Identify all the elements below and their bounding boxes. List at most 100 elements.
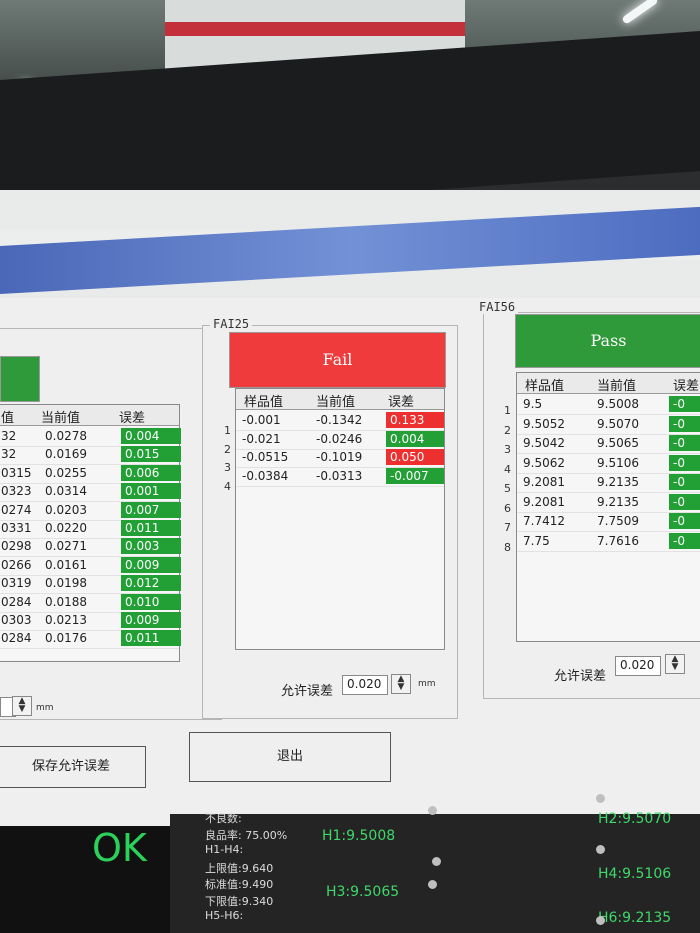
table-row[interactable]: 0274 0.0203 0.007 — [0, 501, 181, 521]
cell-current: 9.5106 — [597, 455, 639, 470]
cell-sample: 0303 — [1, 613, 32, 627]
col-header-sample: 样品值 — [525, 379, 565, 394]
col-header-error: 误差 — [388, 395, 415, 410]
cell-error: 0.007 — [121, 501, 181, 518]
cell-error: 0.004 — [386, 430, 444, 447]
fai56-tolerance-spinner[interactable]: ▲ ▼ — [665, 654, 685, 674]
table-row[interactable]: 9.5 9.5008 -0 — [517, 395, 700, 415]
cell-current: 9.5070 — [597, 416, 639, 431]
cell-current: 0.0203 — [45, 502, 87, 517]
cell-error: 0.011 — [121, 520, 181, 536]
table-row[interactable]: 0284 0.0188 0.010 — [0, 593, 181, 613]
cell-error: -0 — [669, 532, 700, 549]
col-header-current: 当前值 — [597, 379, 637, 394]
table-row[interactable]: -0.0515 -0.1019 0.050 — [236, 448, 444, 468]
fai56-measurement-grid: 样品值 当前值 误差 9.5 9.5008 -0 9.5052 9.5070 -0 9.50… — [516, 372, 700, 642]
reading-h2: H2:9.5070 — [598, 811, 672, 827]
cell-current: 0.0188 — [45, 594, 87, 609]
probe-marker — [596, 916, 605, 925]
cell-current: 0.0176 — [45, 631, 87, 646]
cell-current: 0.0314 — [45, 484, 87, 499]
cell-error: -0.007 — [386, 467, 444, 484]
stats-text: 不良数: — [205, 812, 242, 825]
cell-current: 7.7616 — [597, 533, 639, 548]
col-header-current: 当前值 — [41, 411, 81, 426]
cell-error: 0.015 — [121, 446, 181, 463]
table-row[interactable]: 0315 0.0255 0.006 — [0, 464, 181, 484]
cell-error: 0.011 — [121, 630, 181, 647]
cell-sample: 9.5062 — [523, 455, 565, 470]
table-row[interactable]: 9.5042 9.5065 -0 — [517, 434, 700, 454]
cell-sample: -0.021 — [242, 431, 281, 446]
reading-h6: H6:9.2135 — [598, 910, 672, 926]
row-number: 1 — [224, 424, 231, 437]
fai56-tolerance-input[interactable]: 0.020 — [615, 656, 661, 676]
cell-error: 0.010 — [121, 593, 181, 610]
cell-sample: 0319 — [1, 576, 32, 591]
table-row[interactable]: 0298 0.0271 0.003 — [0, 537, 181, 558]
cell-error: 0.006 — [121, 464, 181, 481]
fai56-tolerance-label: 允许误差 — [554, 669, 607, 684]
cell-error: 0.133 — [386, 412, 444, 428]
save-tolerance-button[interactable]: 保存允许误差 — [0, 746, 146, 788]
row-number: 8 — [504, 540, 511, 554]
fai25-status-fail: Fail — [229, 332, 446, 388]
table-row[interactable]: 9.5062 9.5106 -0 — [517, 454, 700, 474]
cell-current: 7.7509 — [597, 514, 639, 528]
table-row[interactable]: 9.2081 9.2135 -0 — [517, 493, 700, 513]
fai25-tolerance-input[interactable]: 0.020 — [342, 675, 388, 695]
row-number: 3 — [224, 461, 231, 474]
fai25-tolerance-spinner[interactable]: ▲ ▼ — [391, 674, 411, 694]
stats-text: 上限值:9.640 — [205, 861, 274, 875]
cell-sample: 0315 — [1, 465, 32, 480]
fai56-status-pass: Pass — [515, 314, 700, 368]
row-number: 6 — [504, 501, 511, 515]
row-number: 1 — [504, 404, 511, 417]
table-row[interactable]: 32 0.0278 0.004 — [0, 427, 181, 447]
cell-sample: 9.5052 — [523, 416, 565, 431]
exit-button[interactable]: 退出 — [189, 732, 391, 782]
status-indicator-left — [0, 356, 40, 402]
cell-error: 0.009 — [121, 612, 181, 628]
table-row[interactable]: -0.021 -0.0246 0.004 — [236, 430, 444, 450]
table-row[interactable]: 0319 0.0198 0.012 — [0, 574, 181, 595]
col-header-error: 误差 — [119, 411, 146, 426]
table-row[interactable]: 0266 0.0161 0.009 — [0, 556, 181, 576]
table-row[interactable]: 0284 0.0176 0.011 — [0, 629, 181, 650]
cell-error: 0.050 — [386, 449, 444, 465]
stats-text: H1-H4: — [205, 843, 244, 856]
cell-sample: 7.7412 — [523, 514, 565, 528]
table-row[interactable]: 7.7412 7.7509 -0 — [517, 512, 700, 532]
table-row[interactable]: 9.2081 9.2135 -0 — [517, 473, 700, 493]
probe-marker — [596, 845, 605, 854]
col-header-sample: 样品值 — [244, 395, 284, 410]
cell-current: 0.0198 — [45, 576, 87, 591]
table-row[interactable]: 0303 0.0213 0.009 — [0, 611, 181, 631]
cell-error: -0 — [669, 513, 700, 529]
ok-indicator: OK — [92, 826, 147, 870]
tolerance-spinner-left[interactable]: ▲ ▼ — [12, 696, 32, 716]
cell-sample: 9.2081 — [523, 494, 565, 509]
cell-current: 9.5065 — [597, 436, 639, 450]
table-row[interactable]: 7.75 7.7616 -0 — [517, 532, 700, 552]
cell-sample: -0.001 — [242, 413, 281, 427]
row-number: 3 — [504, 443, 511, 456]
table-row[interactable]: 9.5052 9.5070 -0 — [517, 415, 700, 435]
cell-current: 9.2135 — [597, 475, 639, 489]
cell-error: 0.012 — [121, 575, 181, 592]
cell-sample: 0331 — [1, 521, 32, 535]
row-number: 4 — [224, 479, 231, 493]
table-row[interactable]: 0323 0.0314 0.001 — [0, 482, 181, 503]
cell-current: -0.0246 — [316, 431, 363, 446]
table-row[interactable]: -0.0384 -0.0313 -0.007 — [236, 467, 444, 487]
table-row[interactable]: 0331 0.0220 0.011 — [0, 519, 181, 539]
reading-h1: H1:9.5008 — [322, 828, 396, 844]
table-row[interactable]: 32 0.0169 0.015 — [0, 445, 181, 466]
cell-current: 0.0271 — [45, 539, 87, 554]
stats-text: 下限值:9.340 — [205, 894, 274, 908]
table-row[interactable]: -0.001 -0.1342 0.133 — [236, 411, 444, 431]
cell-sample: 9.5042 — [523, 436, 565, 450]
cell-sample: 0266 — [1, 557, 32, 572]
cell-sample: 9.2081 — [523, 475, 565, 489]
cell-current: -0.1019 — [316, 450, 363, 464]
